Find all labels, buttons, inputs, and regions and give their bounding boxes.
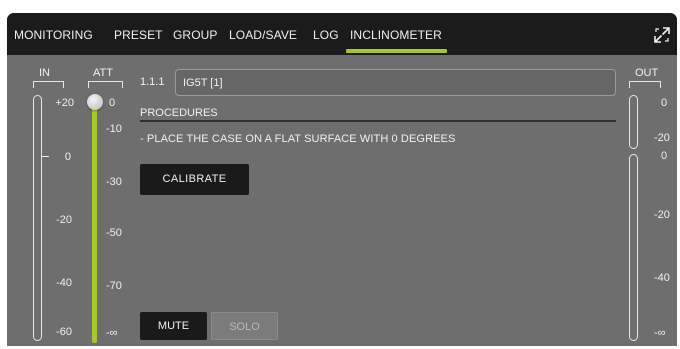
- procedures-divider: [140, 120, 616, 122]
- calibrate-button[interactable]: CALIBRATE: [140, 164, 249, 195]
- att-scale-label: -50: [106, 227, 122, 239]
- att-scale-label: -70: [106, 280, 122, 292]
- tab-group[interactable]: GROUP: [173, 28, 218, 42]
- channel-name-field[interactable]: [175, 69, 616, 96]
- solo-button[interactable]: SOLO: [211, 312, 278, 340]
- input-level-meter: [33, 95, 42, 341]
- output-meter-title: OUT: [635, 67, 659, 79]
- input-scale-label: -60: [56, 326, 72, 338]
- procedure-instruction: - PLACE THE CASE ON A FLAT SURFACE WITH …: [140, 133, 456, 145]
- att-bracket: [88, 81, 123, 88]
- tab-bar: MONITORING PRESET GROUP LOAD/SAVE LOG IN…: [7, 13, 677, 55]
- att-scale-label: 0: [109, 97, 116, 109]
- output-level-meter-upper: [629, 95, 638, 149]
- inclinometer-window: MONITORING PRESET GROUP LOAD/SAVE LOG IN…: [7, 13, 677, 346]
- output-scale-label: -40: [654, 272, 670, 284]
- att-scale-label: -30: [106, 176, 122, 188]
- input-meter-title: IN: [39, 67, 50, 79]
- output-scale-label: -∞: [654, 327, 666, 339]
- mute-button[interactable]: MUTE: [140, 312, 207, 340]
- output-level-meter-lower: [629, 154, 638, 341]
- tab-inclinometer[interactable]: INCLINOMETER: [350, 28, 442, 42]
- tab-monitoring[interactable]: MONITORING: [14, 28, 93, 42]
- attenuation-fader-knob[interactable]: [87, 94, 103, 110]
- att-title: ATT: [93, 67, 113, 79]
- output-scale-label: 0: [661, 150, 668, 162]
- procedures-heading: PROCEDURES: [140, 107, 218, 119]
- input-scale-label: -40: [56, 277, 72, 289]
- output-scale-label: -20: [654, 132, 670, 144]
- input-scale-label: +20: [55, 97, 74, 109]
- input-scale-label: 0: [64, 151, 71, 163]
- input-meter-bracket: [33, 81, 64, 88]
- att-scale-label: -∞: [106, 327, 118, 339]
- output-meter-bracket: [629, 81, 661, 88]
- tab-preset[interactable]: PRESET: [114, 28, 163, 42]
- tab-log[interactable]: LOG: [313, 28, 339, 42]
- output-scale-label: 0: [661, 97, 668, 109]
- input-scale-label: -20: [56, 214, 72, 226]
- active-tab-indicator: [346, 49, 447, 53]
- attenuation-fader-track[interactable]: [92, 103, 97, 343]
- expand-arrows-icon[interactable]: [653, 26, 671, 44]
- channel-number: 1.1.1: [140, 76, 165, 88]
- att-scale-label: -10: [106, 123, 122, 135]
- output-scale-label: -20: [654, 209, 670, 221]
- tab-load-save[interactable]: LOAD/SAVE: [229, 28, 297, 42]
